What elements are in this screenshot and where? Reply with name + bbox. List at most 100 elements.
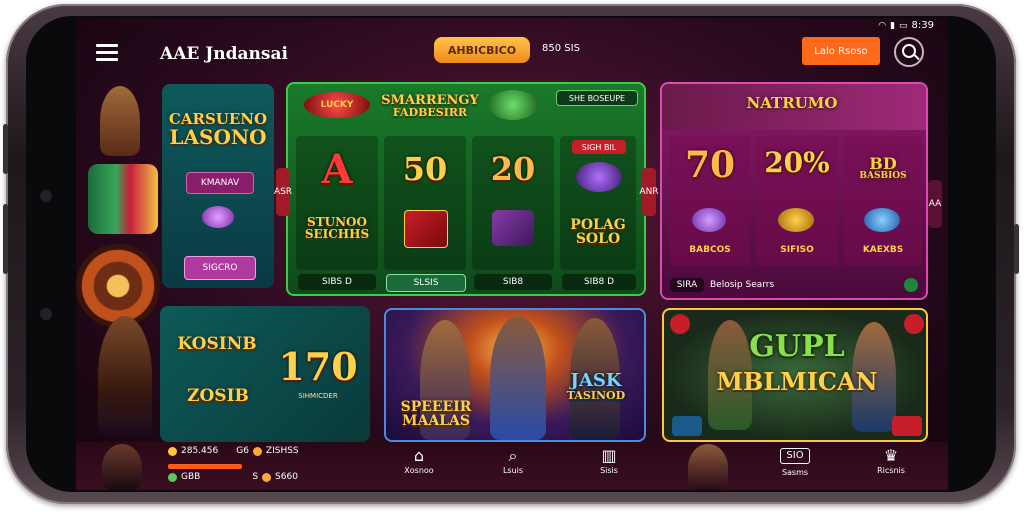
sig-badge: SIGH BIL	[572, 140, 626, 154]
jask-subtitle: TASINOD	[566, 389, 626, 402]
character-figure	[688, 444, 728, 490]
stat-progress-fill	[168, 464, 242, 469]
card-kosinb[interactable]: KOSINB ZOSIB 170 SIHMICDER	[160, 306, 370, 442]
search-button[interactable]	[894, 37, 924, 67]
gupl-subtitle: MBLMICAN	[716, 367, 878, 396]
jask-title: JASK	[570, 370, 622, 391]
nav-profile[interactable]: ♛ Ricsnis	[866, 446, 916, 486]
natrumo-title: NATRUMO	[746, 94, 838, 112]
value-20-percent: 20%	[764, 146, 830, 179]
table-chip-icon	[892, 416, 922, 436]
slots-subtitle: FADBESIRR	[392, 106, 468, 119]
chest-icon	[492, 210, 534, 246]
coin-icon	[252, 446, 262, 456]
app-screen: ◠ ▮ ▭ 8:39 AAE Jndansai AHBICBICO 850 SI…	[76, 18, 948, 490]
footer-text: Belosip Searrs	[710, 280, 775, 290]
gem-icon	[576, 162, 622, 192]
signal-icon: ▮	[890, 20, 896, 31]
nav-label: Ricsnis	[877, 466, 905, 475]
promo-button[interactable]: AHBICBICO	[434, 37, 530, 63]
card-slots[interactable]: LUCKY SMARRENGY FADBESIRR SHE BOSEUPE A …	[286, 82, 646, 296]
kosinb-value: 170	[278, 344, 358, 389]
footer-label: SIBS D	[298, 274, 376, 290]
footer-button[interactable]: SLSIS	[386, 274, 466, 292]
bd-title: BD	[869, 154, 897, 173]
natrumo-label: KAEXBS	[862, 245, 904, 255]
card-subtitle: LASONO	[169, 125, 267, 149]
card-casino-lasono[interactable]: CARSUENO LASONO KMANAV SIGCRO	[162, 84, 274, 288]
login-button[interactable]: Lalo Rsoso	[802, 37, 880, 65]
character-figure	[102, 444, 142, 490]
nav-label: Xosnoo	[404, 466, 434, 475]
natrumo-next-arrow[interactable]: AA	[928, 180, 942, 228]
stat-row: 285.456 G6 ZISHSS	[168, 446, 299, 456]
symbol-20: 20	[490, 150, 536, 188]
nav-home[interactable]: ⌂ Xosnoo	[394, 446, 444, 486]
app-title: AAE Jndansai	[160, 44, 288, 64]
footer-label: SIB8	[474, 274, 552, 290]
slots-prev-arrow[interactable]: ASR	[274, 168, 292, 216]
nav-wallet[interactable]: ▥ Sisis	[584, 446, 634, 486]
card-button[interactable]: SIGCRO	[184, 256, 256, 280]
coin-icon	[778, 208, 814, 232]
card-gupl[interactable]: GUPL MBLMICAN	[662, 308, 928, 442]
search-icon: ⌕	[508, 446, 518, 465]
stat-value: 285.456	[181, 446, 219, 456]
left-art	[76, 84, 160, 328]
symbol-label: POLAG	[570, 217, 626, 233]
status-time: 8:39	[911, 20, 934, 31]
toggle-icon[interactable]	[904, 278, 918, 292]
card-natrumo[interactable]: NATRUMO 70 20% BD BASBIOS BABCOS SIFISO …	[660, 82, 928, 300]
trophy-cup-image	[88, 164, 158, 234]
promo-icon: SIO	[780, 448, 810, 464]
symbol-a: A	[321, 146, 353, 193]
sensor-icon	[42, 310, 50, 318]
speeir-title: SPEEEIR	[400, 399, 472, 415]
stat-tag: S660	[275, 472, 298, 482]
nav-label: Lsuis	[502, 466, 524, 475]
natrumo-label: SIFISO	[780, 245, 814, 255]
nav-label: Sasms	[781, 468, 809, 477]
slots-tag: SHE BOSEUPE	[556, 90, 638, 106]
menu-icon[interactable]	[96, 44, 118, 62]
character-figure	[98, 316, 152, 436]
chip-icon	[670, 314, 690, 334]
symbol-label: SOLO	[575, 231, 621, 247]
stat-value: GBB	[181, 472, 201, 482]
slots-next-arrow[interactable]: ANR	[639, 168, 659, 216]
clover-icon	[488, 90, 538, 120]
stat-extra: G6	[236, 446, 249, 456]
character-figure	[490, 316, 546, 440]
stat-row: GBB S S660	[168, 472, 298, 482]
gupl-title: GUPL	[749, 329, 845, 364]
coin-icon	[168, 472, 177, 482]
bottom-nav: 285.456 G6 ZISHSS GBB S S660 ⌂ Xosnoo ⌕ …	[76, 442, 948, 490]
home-icon: ⌂	[413, 446, 425, 465]
nav-label: Sisis	[600, 466, 618, 475]
stat-progress	[168, 464, 254, 469]
side-button	[1014, 224, 1019, 274]
card-badge: KMANAV	[186, 172, 254, 194]
status-bar: ◠ ▮ ▭ 8:39	[878, 20, 934, 31]
star-icon	[404, 210, 448, 248]
gem-icon	[202, 206, 234, 228]
footer-label: SIRA	[670, 278, 704, 292]
wifi-icon: ◠	[878, 20, 887, 31]
coin-icon	[168, 446, 177, 456]
card-speeir[interactable]: SPEEEIR MAALAS JASK TASINOD	[384, 308, 646, 442]
nav-promo[interactable]: SIO Sasms	[770, 446, 820, 486]
character-figure	[100, 86, 140, 156]
table-chip-icon	[672, 416, 702, 436]
diamond-icon	[864, 208, 900, 232]
natrumo-label: BABCOS	[689, 245, 731, 255]
camera-icon	[42, 192, 50, 200]
kosinb-sub: SIHMICDER	[298, 392, 338, 400]
kosinb-title: KOSINB	[177, 334, 257, 354]
nav-search[interactable]: ⌕ Lsuis	[488, 446, 538, 486]
symbol-label: SEICHHS	[304, 227, 370, 241]
coin-icon	[262, 472, 272, 482]
gem-icon	[692, 208, 726, 232]
stat-tag: ZISHSS	[265, 446, 299, 456]
chip-icon	[904, 314, 924, 334]
app-header: AAE Jndansai AHBICBICO 850 SIS Lalo Rsos…	[76, 32, 948, 80]
